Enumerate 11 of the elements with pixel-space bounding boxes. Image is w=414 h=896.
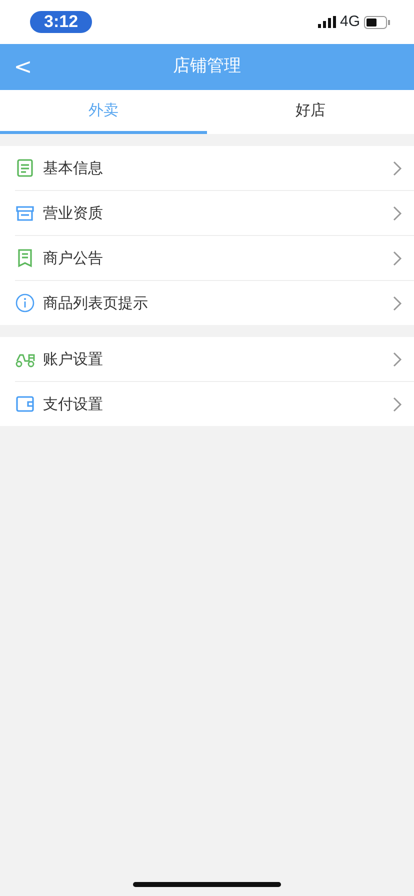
chevron-icon <box>393 250 402 266</box>
chevron-icon <box>393 352 402 366</box>
chevron-icon <box>393 296 402 310</box>
signal-icon <box>318 16 336 28</box>
chevron-icon <box>393 160 402 176</box>
chevron-icon <box>393 396 402 412</box>
status-time: 3:12 <box>30 11 92 33</box>
battery-icon <box>364 16 390 28</box>
network-label: 4G <box>340 12 360 32</box>
chevron-icon <box>393 206 402 220</box>
page-title: 店铺管理 <box>173 55 241 78</box>
